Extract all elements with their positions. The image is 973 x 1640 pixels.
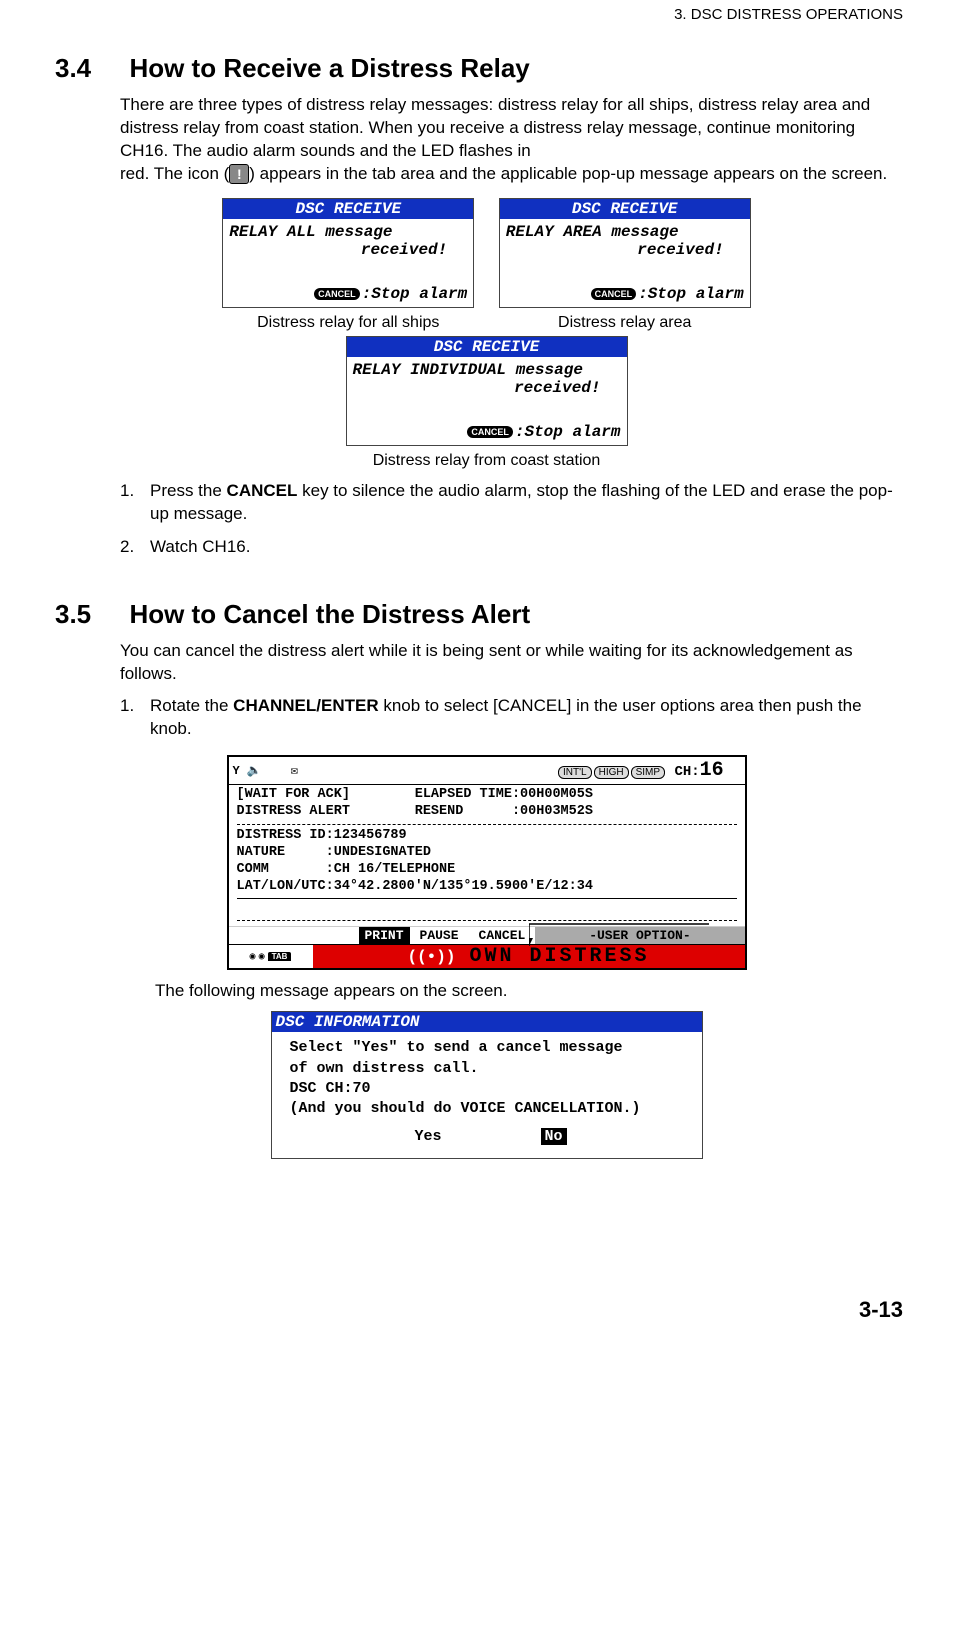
sec-3-4-steps: 1. Press the CANCEL key to silence the a…: [0, 470, 973, 559]
dlg3-line2: received!: [353, 379, 621, 397]
dot-icon: ◉: [250, 951, 256, 963]
page-number: 3-13: [0, 1167, 973, 1343]
dlg3-caption: Distress relay from coast station: [336, 452, 638, 470]
line: COMM :CH 16/TELEPHONE: [237, 862, 456, 877]
line: DISTRESS ALERT RESEND :00H03M52S: [237, 804, 593, 819]
section-3-5-heading: 3.5 How to Cancel the Distress Alert: [0, 569, 973, 640]
stop-alarm-text: :Stop alarm: [362, 285, 468, 303]
stop-alarm-text: :Stop alarm: [515, 423, 621, 441]
step-num: 1.: [120, 480, 150, 526]
dlg1-line2: received!: [229, 241, 467, 259]
yes-option[interactable]: Yes: [414, 1128, 441, 1145]
line: [WAIT FOR ACK] ELAPSED TIME:00H00M05S: [237, 787, 593, 802]
dialog-title: DSC RECEIVE: [500, 199, 750, 219]
sec-3-5-para: You can cancel the distress alert while …: [0, 640, 973, 686]
para-text-1: There are three types of distress relay …: [120, 95, 870, 160]
dashed-line: [237, 824, 737, 825]
info-l4: (And you should do VOICE CANCELLATION.): [290, 1099, 692, 1119]
info-l3: DSC CH:70: [290, 1079, 692, 1099]
line: NATURE :UNDESIGNATED: [237, 845, 431, 860]
no-option[interactable]: No: [541, 1128, 567, 1145]
step-num: 1.: [120, 695, 150, 741]
stop-alarm-text: :Stop alarm: [638, 285, 744, 303]
badge-high: HIGH: [594, 766, 629, 779]
para-text-2b: ) appears in the tab area and the applic…: [249, 164, 887, 183]
badge-simp: SIMP: [631, 766, 665, 779]
sec-3-4-num: 3.4: [55, 53, 125, 84]
t: Rotate the: [150, 696, 233, 715]
t: Press the: [150, 481, 227, 500]
dlg2-caption: Distress relay area: [489, 314, 761, 332]
para-text-2a: red. The icon (: [120, 164, 229, 183]
antenna-speaker-mail-icons: Y 🔈 ✉: [233, 763, 298, 778]
badge-intl: INT'L: [558, 766, 592, 779]
dsc-info-dialog: DSC INFORMATION Select "Yes" to send a c…: [271, 1011, 703, 1158]
ch-label: CH:: [674, 764, 699, 780]
line: DISTRESS ID:123456789: [237, 828, 407, 843]
after-screen-text: The following message appears on the scr…: [0, 980, 973, 1003]
screen-body: [WAIT FOR ACK] ELAPSED TIME:00H00M05S DI…: [229, 785, 745, 926]
dlg2-line1: RELAY AREA message: [506, 223, 744, 241]
dialog-row-1: DSC RECEIVE RELAY ALL message received! …: [0, 186, 973, 332]
dialog-relay-all: DSC RECEIVE RELAY ALL message received! …: [222, 198, 474, 308]
dialog-row-2: DSC RECEIVE RELAY INDIVIDUAL message rec…: [0, 332, 973, 470]
dlg3-foot: CANCEL:Stop alarm: [347, 423, 627, 445]
info-title: DSC INFORMATION: [272, 1012, 702, 1032]
dlg2-line2: received!: [506, 241, 744, 259]
dlg2-foot: CANCEL:Stop alarm: [500, 285, 750, 307]
sec-3-5-num: 3.5: [55, 599, 125, 630]
ch-value: 16: [700, 759, 724, 782]
dlg1-foot: CANCEL:Stop alarm: [223, 285, 473, 307]
opt-print[interactable]: PRINT: [359, 927, 410, 944]
dialog-relay-area: DSC RECEIVE RELAY AREA message received!…: [499, 198, 751, 308]
cancel-key: CANCEL: [227, 481, 298, 500]
sec-3-4-para: There are three types of distress relay …: [0, 94, 973, 186]
page-header: 3. DSC DISTRESS OPERATIONS: [0, 0, 973, 23]
distress-icon: !: [229, 164, 249, 184]
sec-3-4-title: How to Receive a Distress Relay: [129, 53, 529, 84]
distress-wave-icon: ((•)): [407, 948, 455, 966]
step2-text: Watch CH16.: [150, 536, 250, 559]
solid-line: [237, 898, 737, 899]
cancel-icon: CANCEL: [467, 426, 513, 438]
section-3-4-heading: 3.4 How to Receive a Distress Relay: [0, 23, 973, 94]
dot-icon: ◉: [259, 951, 265, 963]
dlg3-line1: RELAY INDIVIDUAL message: [353, 361, 621, 379]
dlg1-caption: Distress relay for all ships: [212, 314, 484, 332]
info-l2: of own distress call.: [290, 1059, 692, 1079]
step1-text: Press the CANCEL key to silence the audi…: [150, 480, 903, 526]
opt-pause[interactable]: PAUSE: [410, 927, 469, 944]
dlg1-line1: RELAY ALL message: [229, 223, 467, 241]
tab-icon: TAB: [268, 952, 292, 961]
dialog-title: DSC RECEIVE: [347, 337, 627, 357]
sec-3-5-title: How to Cancel the Distress Alert: [129, 599, 530, 630]
sec-3-5-steps: 1. Rotate the CHANNEL/ENTER knob to sele…: [0, 685, 973, 741]
cancel-icon: CANCEL: [314, 288, 360, 300]
screen-top-bar: Y 🔈 ✉ INT'LHIGHSIMP CH:16: [229, 757, 745, 785]
opt-cancel[interactable]: CANCEL: [469, 927, 536, 944]
step1-text: Rotate the CHANNEL/ENTER knob to select …: [150, 695, 903, 741]
line: LAT/LON/UTC:34°42.2800'N/135°19.5900'E/1…: [237, 879, 593, 894]
dialog-title: DSC RECEIVE: [223, 199, 473, 219]
dialog-relay-individual: DSC RECEIVE RELAY INDIVIDUAL message rec…: [346, 336, 628, 446]
cancel-icon: CANCEL: [591, 288, 637, 300]
info-l1: Select "Yes" to send a cancel message: [290, 1038, 692, 1058]
step-num: 2.: [120, 536, 150, 559]
channel-enter-knob: CHANNEL/ENTER: [233, 696, 378, 715]
device-screen: Y 🔈 ✉ INT'LHIGHSIMP CH:16 [WAIT FOR ACK]…: [227, 755, 747, 970]
